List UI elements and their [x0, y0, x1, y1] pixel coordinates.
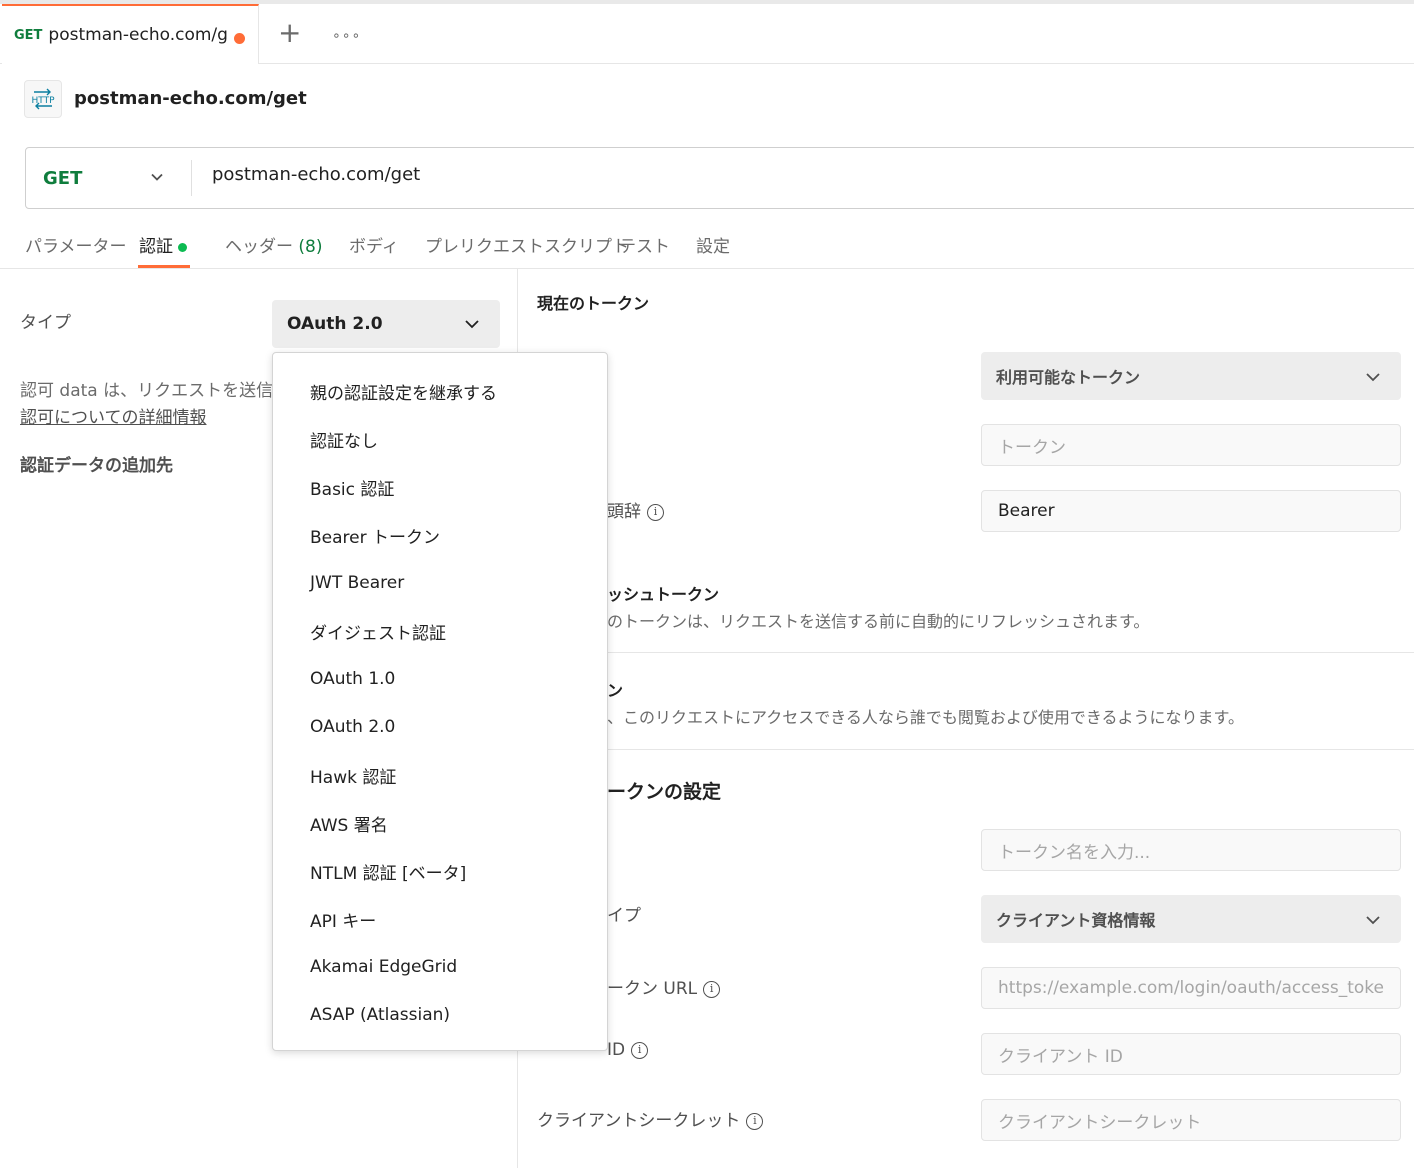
grant-type-select[interactable]: クライアント資格情報 — [981, 895, 1401, 943]
add-tab-icon[interactable]: + — [278, 19, 301, 47]
auto-refresh-desc: のトークンは、リクエストを送信する前に自動的にリフレッシュされます。 — [607, 612, 1150, 631]
method-value: GET — [43, 167, 83, 189]
tab-title: postman-echo.com/ge — [48, 25, 229, 45]
client-id-label: ID i — [607, 1040, 649, 1060]
more-tabs-icon[interactable]: ∘∘∘ — [332, 28, 361, 44]
tab-prerequest[interactable]: プレリクエストスクリプト — [425, 232, 629, 257]
available-tokens-select[interactable]: 利用可能なトークン — [981, 352, 1401, 400]
auth-more-link[interactable]: 認可についての詳細情報 — [20, 403, 207, 428]
chevron-down-icon — [1366, 916, 1380, 925]
chevron-down-icon — [151, 173, 163, 181]
menu-item-akamai[interactable]: Akamai EdgeGrid — [273, 943, 607, 991]
client-secret-input[interactable]: クライアントシークレット — [981, 1099, 1401, 1141]
type-label: タイプ — [20, 313, 71, 333]
tab-bar: GET postman-echo.com/ge + ∘∘∘ — [0, 0, 1414, 64]
menu-item-hawk[interactable]: Hawk 認証 — [273, 751, 607, 799]
divider — [519, 749, 1414, 750]
menu-item-digest[interactable]: ダイジェスト認証 — [273, 607, 607, 655]
access-token-url-text: ークン URL — [607, 979, 698, 999]
menu-item-ntlm[interactable]: NTLM 認証 [ベータ] — [273, 847, 607, 895]
active-dot-icon — [178, 242, 187, 252]
menu-item-oauth1[interactable]: OAuth 1.0 — [273, 655, 607, 703]
current-token-heading: 現在のトークン — [537, 294, 650, 313]
menu-item-bearer[interactable]: Bearer トークン — [273, 511, 607, 559]
access-token-url-input[interactable]: https://example.com/login/oauth/access_t… — [981, 967, 1401, 1009]
tab-auth-label: 認証 — [139, 237, 173, 257]
method-select[interactable]: GET — [26, 148, 192, 208]
info-icon[interactable]: i — [703, 981, 721, 998]
client-secret-text: クライアントシークレット — [537, 1111, 741, 1131]
menu-item-asap[interactable]: ASAP (Atlassian) — [273, 991, 607, 1039]
client-id-input[interactable]: クライアント ID — [981, 1033, 1401, 1075]
url-bar: GET — [25, 147, 1414, 209]
tab-headers-label: ヘッダー — [225, 237, 293, 257]
header-prefix-input[interactable]: Bearer — [981, 490, 1401, 532]
add-auth-to-label: 認証データの追加先 — [20, 456, 173, 476]
menu-item-api-key[interactable]: API キー — [273, 895, 607, 943]
tab-method: GET — [14, 27, 43, 43]
info-icon[interactable]: i — [746, 1113, 764, 1130]
info-icon[interactable]: i — [647, 504, 664, 521]
auth-description: 認可 data は、リクエストを送信する — [20, 381, 275, 401]
available-tokens-value: 利用可能なトークン — [996, 368, 1141, 387]
tab-tests[interactable]: テスト — [619, 232, 670, 257]
divider — [191, 160, 192, 196]
header-prefix-text: 頭辞 — [607, 502, 641, 522]
menu-item-aws[interactable]: AWS 署名 — [273, 799, 607, 847]
auth-type-value: OAuth 2.0 — [287, 314, 383, 334]
url-input[interactable] — [212, 164, 1012, 185]
grant-type-value: クライアント資格情報 — [996, 911, 1156, 930]
active-tab-underline — [138, 265, 190, 268]
auth-right-pane: 現在のトークン 利用可能なトークン トークン 頭辞 i Bearer ッシュトーク… — [519, 269, 1414, 1168]
token-input[interactable]: トークン — [981, 424, 1401, 466]
tab-settings[interactable]: 設定 — [696, 232, 730, 257]
share-token-label: ン — [607, 681, 624, 700]
tab-headers[interactable]: ヘッダー (8) — [225, 232, 323, 257]
svg-text:HTTP: HTTP — [31, 96, 55, 106]
auto-refresh-label: ッシュトークン — [607, 585, 720, 604]
client-secret-label: クライアントシークレット i — [537, 1106, 764, 1131]
menu-item-oauth2[interactable]: OAuth 2.0 — [273, 703, 607, 751]
chevron-down-icon — [465, 320, 479, 329]
tab-auth[interactable]: 認証 — [139, 232, 187, 257]
menu-item-basic[interactable]: Basic 認証 — [273, 463, 607, 511]
header-prefix-label: 頭辞 i — [607, 497, 664, 522]
menu-item-jwt[interactable]: JWT Bearer — [273, 559, 607, 607]
grant-type-label: イプ — [607, 906, 641, 926]
divider — [519, 652, 1414, 653]
request-tab[interactable]: GET postman-echo.com/ge — [2, 4, 259, 64]
http-icon: HTTP — [24, 80, 62, 118]
headers-count: (8) — [298, 237, 323, 257]
tab-body[interactable]: ボディ — [349, 232, 399, 257]
share-token-desc: 、このリクエストにアクセスできる人なら誰でも閲覧および使用できるようになります。 — [607, 708, 1244, 727]
token-name-input[interactable]: トークン名を入力... — [981, 829, 1401, 871]
request-subtabs: パラメーター 認証 ヘッダー (8) ボディ プレリクエストスクリプト テスト … — [0, 220, 1414, 269]
menu-item-inherit[interactable]: 親の認証設定を継承する — [273, 367, 607, 415]
unsaved-dot-icon — [234, 33, 245, 44]
auth-type-select[interactable]: OAuth 2.0 — [272, 300, 500, 348]
access-token-url-label: ークン URL i — [607, 974, 721, 999]
info-icon[interactable]: i — [631, 1042, 649, 1059]
menu-item-no-auth[interactable]: 認証なし — [273, 415, 607, 463]
auth-type-menu: 親の認証設定を継承する 認証なし Basic 認証 Bearer トークン JW… — [272, 352, 608, 1051]
request-name[interactable]: postman-echo.com/get — [74, 88, 307, 109]
client-id-text: ID — [607, 1040, 626, 1060]
tab-params[interactable]: パラメーター — [25, 232, 127, 257]
chevron-down-icon — [1366, 373, 1380, 382]
new-token-title: ークンの設定 — [607, 781, 722, 803]
